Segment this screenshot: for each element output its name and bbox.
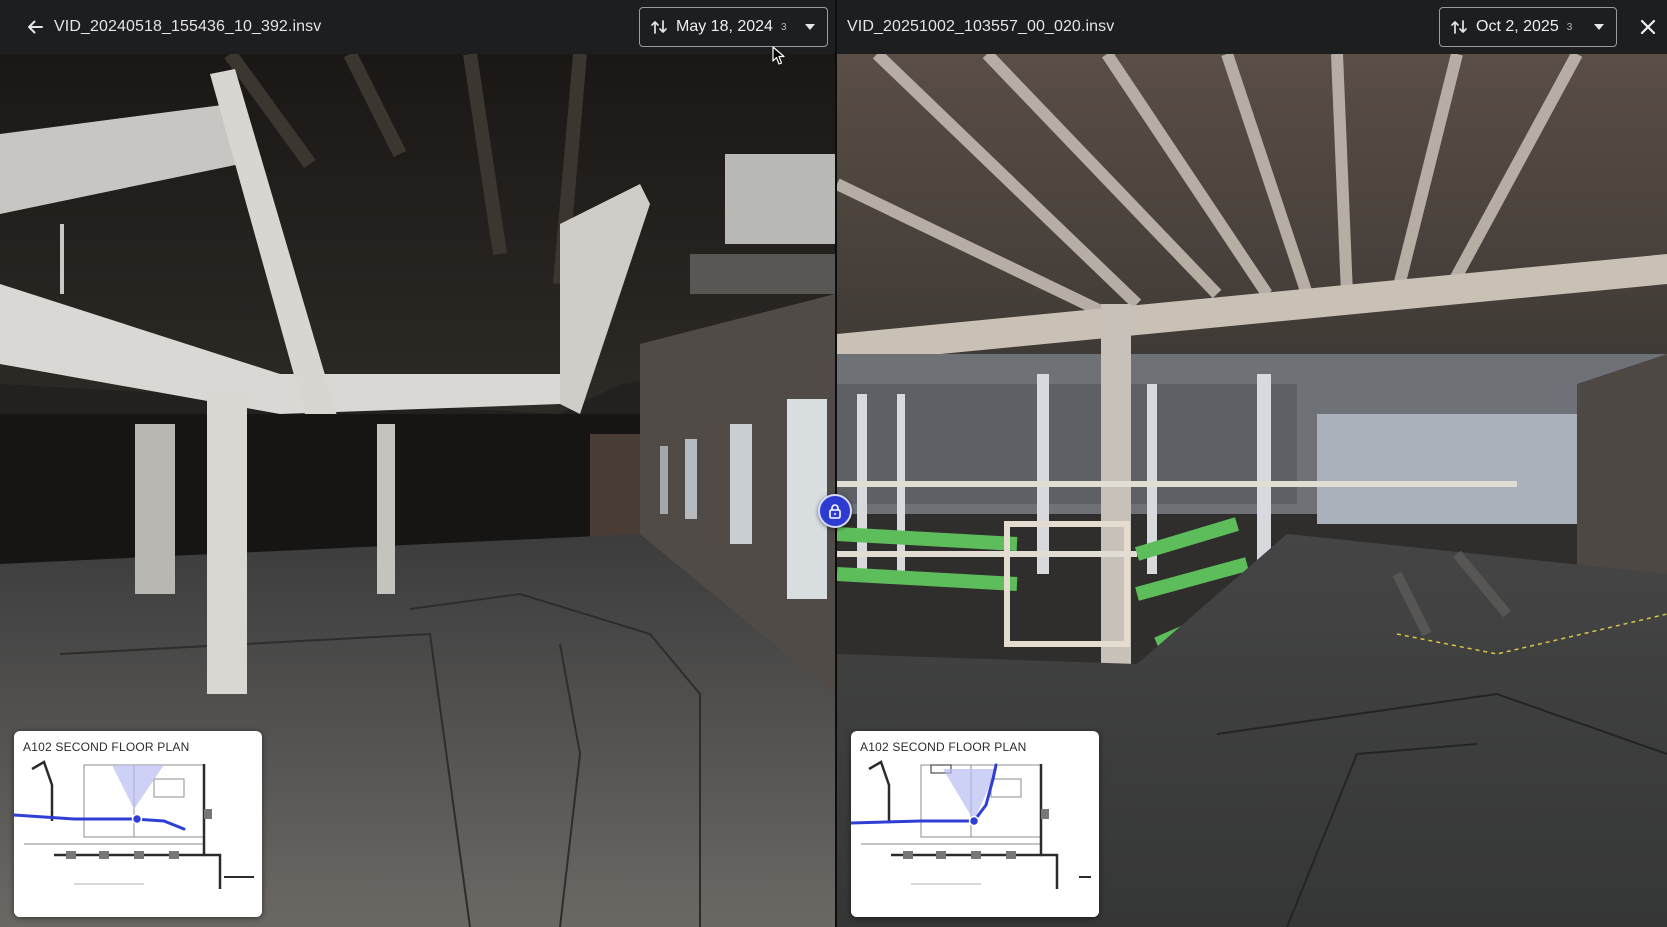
left-pane: VID_20240518_155436_10_392.insv May 18, … xyxy=(0,0,835,927)
chevron-down-icon xyxy=(805,24,815,30)
right-floor-plan-minimap[interactable]: A102 SECOND FLOOR PLAN xyxy=(851,731,1099,917)
close-icon xyxy=(1640,19,1656,35)
compare-arrows-icon xyxy=(651,20,667,34)
right-minimap-title: A102 SECOND FLOOR PLAN xyxy=(860,740,1027,754)
left-date-label: May 18, 2024 xyxy=(676,18,773,35)
left-file-name: VID_20240518_155436_10_392.insv xyxy=(54,18,322,35)
right-pane: VID_20251002_103557_00_020.insv Oct 2, 2… xyxy=(837,0,1667,927)
left-topbar: VID_20240518_155436_10_392.insv May 18, … xyxy=(0,0,835,54)
sync-lock-button[interactable] xyxy=(818,494,852,528)
mouse-cursor-icon xyxy=(772,46,785,65)
right-capture-count: 3 xyxy=(1566,21,1573,33)
arrow-left-icon xyxy=(28,20,43,34)
left-capture-count: 3 xyxy=(780,21,787,33)
right-floor-plan-drawing xyxy=(851,759,1099,917)
back-button[interactable] xyxy=(20,12,50,42)
compare-arrows-icon xyxy=(1451,20,1467,34)
chevron-down-icon xyxy=(1594,24,1604,30)
right-date-label: Oct 2, 2025 xyxy=(1476,18,1559,35)
right-topbar: VID_20251002_103557_00_020.insv Oct 2, 2… xyxy=(837,0,1667,54)
left-floor-plan-minimap[interactable]: A102 SECOND FLOOR PLAN xyxy=(14,731,262,917)
right-file-name: VID_20251002_103557_00_020.insv xyxy=(847,18,1115,35)
right-date-selector[interactable]: Oct 2, 2025 3 xyxy=(1439,7,1617,47)
split-360-viewer: VID_20240518_155436_10_392.insv May 18, … xyxy=(0,0,1667,927)
left-date-selector[interactable]: May 18, 2024 3 xyxy=(639,7,828,47)
left-minimap-title: A102 SECOND FLOOR PLAN xyxy=(23,740,190,754)
lock-icon xyxy=(829,504,841,519)
close-button[interactable] xyxy=(1633,12,1663,42)
left-floor-plan-drawing xyxy=(14,759,262,917)
